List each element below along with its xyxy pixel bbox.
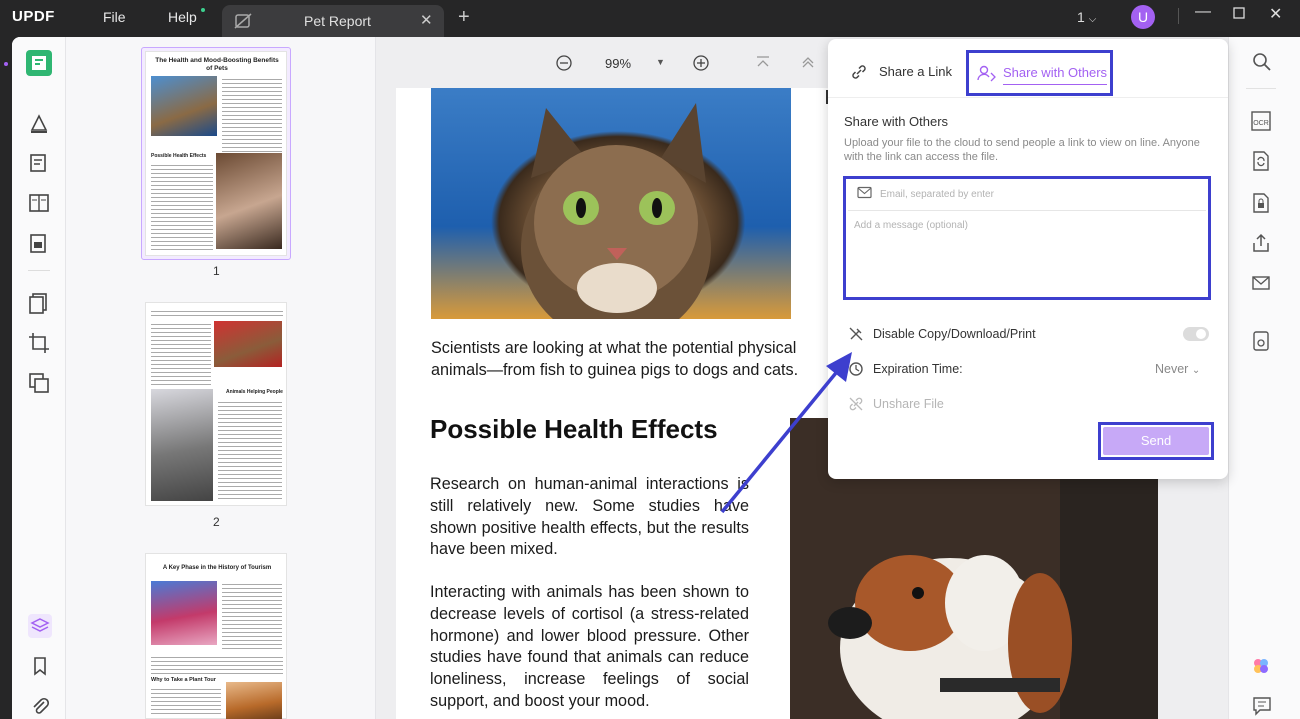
convert-icon[interactable] [28,372,50,394]
svg-text:OCR: OCR [1253,120,1269,127]
left-indicator [4,62,8,66]
email-icon[interactable] [1251,274,1271,294]
crop-icon[interactable] [28,332,50,354]
link-icon [850,63,868,84]
menu-file[interactable]: File [103,9,126,25]
menu-help[interactable]: Help [168,9,197,25]
chevron-down-icon: ⌵ [1088,14,1097,25]
minimize-icon[interactable]: — [1195,3,1211,21]
chevron-down-icon: ⌄ [1191,365,1201,376]
new-tab-icon[interactable]: + [458,6,470,29]
thumbnail-image-dog [216,153,282,249]
page-tools-icon[interactable] [28,292,50,314]
section-heading: Possible Health Effects [430,414,718,444]
annotation-arrow [720,352,852,514]
tab-share-link[interactable]: Share a Link [850,63,960,83]
toolbar-divider [28,270,50,271]
share-icon[interactable] [1251,233,1271,253]
unshare-file-button[interactable]: Unshare File [873,397,944,411]
thumbnail-image-cat [151,76,217,136]
thumbnail-subheading: Possible Health Effects [151,153,207,159]
thumbnail-text-lines [151,162,213,250]
thumbnail-page-1[interactable]: The Health and Mood-Boosting Benefits of… [145,51,287,256]
bookmark-icon[interactable] [30,656,52,678]
thumbnail-text-lines [151,686,221,716]
thumbnail-image-dogs [214,321,282,367]
send-button[interactable]: Send [1103,427,1209,455]
zoom-dropdown-icon[interactable]: ▼ [656,57,665,67]
expiration-label: Expiration Time: [873,362,963,376]
close-window-icon[interactable]: ✕ [1269,4,1282,24]
dialog-divider [828,97,1228,98]
previous-page-icon[interactable] [800,54,816,73]
email-icon [857,186,872,204]
thumbnail-page-number: 2 [213,515,220,529]
reader-mode-icon[interactable] [26,50,52,76]
zoom-out-icon[interactable] [555,54,573,77]
document-tab[interactable]: Pet Report ✕ [222,5,444,37]
share-user-icon [977,64,997,87]
thumbnail-page-number: 1 [213,264,220,278]
toggle-knob [1196,329,1206,339]
ai-assistant-icon[interactable] [1251,656,1271,676]
thumbnail-image-street [151,581,217,645]
form-divider [848,210,1206,211]
thumbnail-page-2[interactable]: Animals Helping People [145,302,287,506]
notification-dot [201,8,205,12]
thumbnail-text-lines [151,321,211,385]
comment-list-icon[interactable] [1252,696,1272,716]
ocr-icon[interactable]: OCR [1250,110,1271,131]
cat-photo [431,88,791,343]
thumbnail-text-lines [222,581,282,651]
titlebar-divider [1178,8,1179,24]
convert-pdf-icon[interactable] [1251,150,1271,171]
save-icon[interactable] [1251,330,1271,351]
tab-title: Pet Report [304,13,371,29]
layers-icon[interactable] [28,614,52,638]
message-field[interactable] [854,220,1204,292]
page-count-selector[interactable]: 1 ⌵ [1077,9,1096,25]
paragraph-2: Interacting with animals has been shown … [430,583,749,710]
attachment-icon[interactable] [30,696,52,718]
zoom-in-icon[interactable] [692,54,710,77]
comment-icon[interactable] [28,112,50,134]
share-description: Upload your file to the cloud to send pe… [844,137,1200,163]
thumbnail-text-lines [151,654,283,674]
thumbnail-text-lines [218,399,282,501]
maximize-icon[interactable] [1233,6,1245,24]
document-icon [234,13,252,34]
form-icon[interactable] [28,192,50,214]
thumbnail-image-cat [151,389,213,501]
thumbnail-title: A Key Phase in the History of Tourism [162,565,272,571]
expiration-select[interactable]: Never ⌄ [1155,362,1200,376]
organize-pages-icon[interactable] [28,232,50,254]
search-icon[interactable] [1252,52,1272,72]
thumbnail-subheading: Why to Take a Plant Tour [151,677,216,683]
thumbnail-title: The Health and Mood-Boosting Benefits of… [155,57,279,72]
updf-logo: UPDF [12,8,55,25]
thumbnail-subheading: Animals Helping People [226,389,283,395]
share-heading: Share with Others [844,114,949,129]
tab-share-others-label: Share with Others [1003,65,1108,85]
thumbnail-text-lines [151,308,283,318]
avatar[interactable]: U [1131,5,1155,29]
thumbnail-image-tower [226,682,282,719]
first-page-icon[interactable] [755,54,771,73]
tab-share-link-label: Share a Link [879,64,952,79]
email-field[interactable] [880,186,1200,202]
zoom-level[interactable]: 99% [605,56,631,71]
protect-icon[interactable] [1251,192,1271,213]
toolbar-divider [1246,88,1276,89]
thumbnail-page-3[interactable]: A Key Phase in the History of Tourism Wh… [145,553,287,719]
disable-copy-label: Disable Copy/Download/Print [873,327,1036,341]
edit-pdf-icon[interactable] [28,152,50,174]
tab-close-icon[interactable]: ✕ [420,11,433,29]
right-toolbar [1228,37,1300,719]
